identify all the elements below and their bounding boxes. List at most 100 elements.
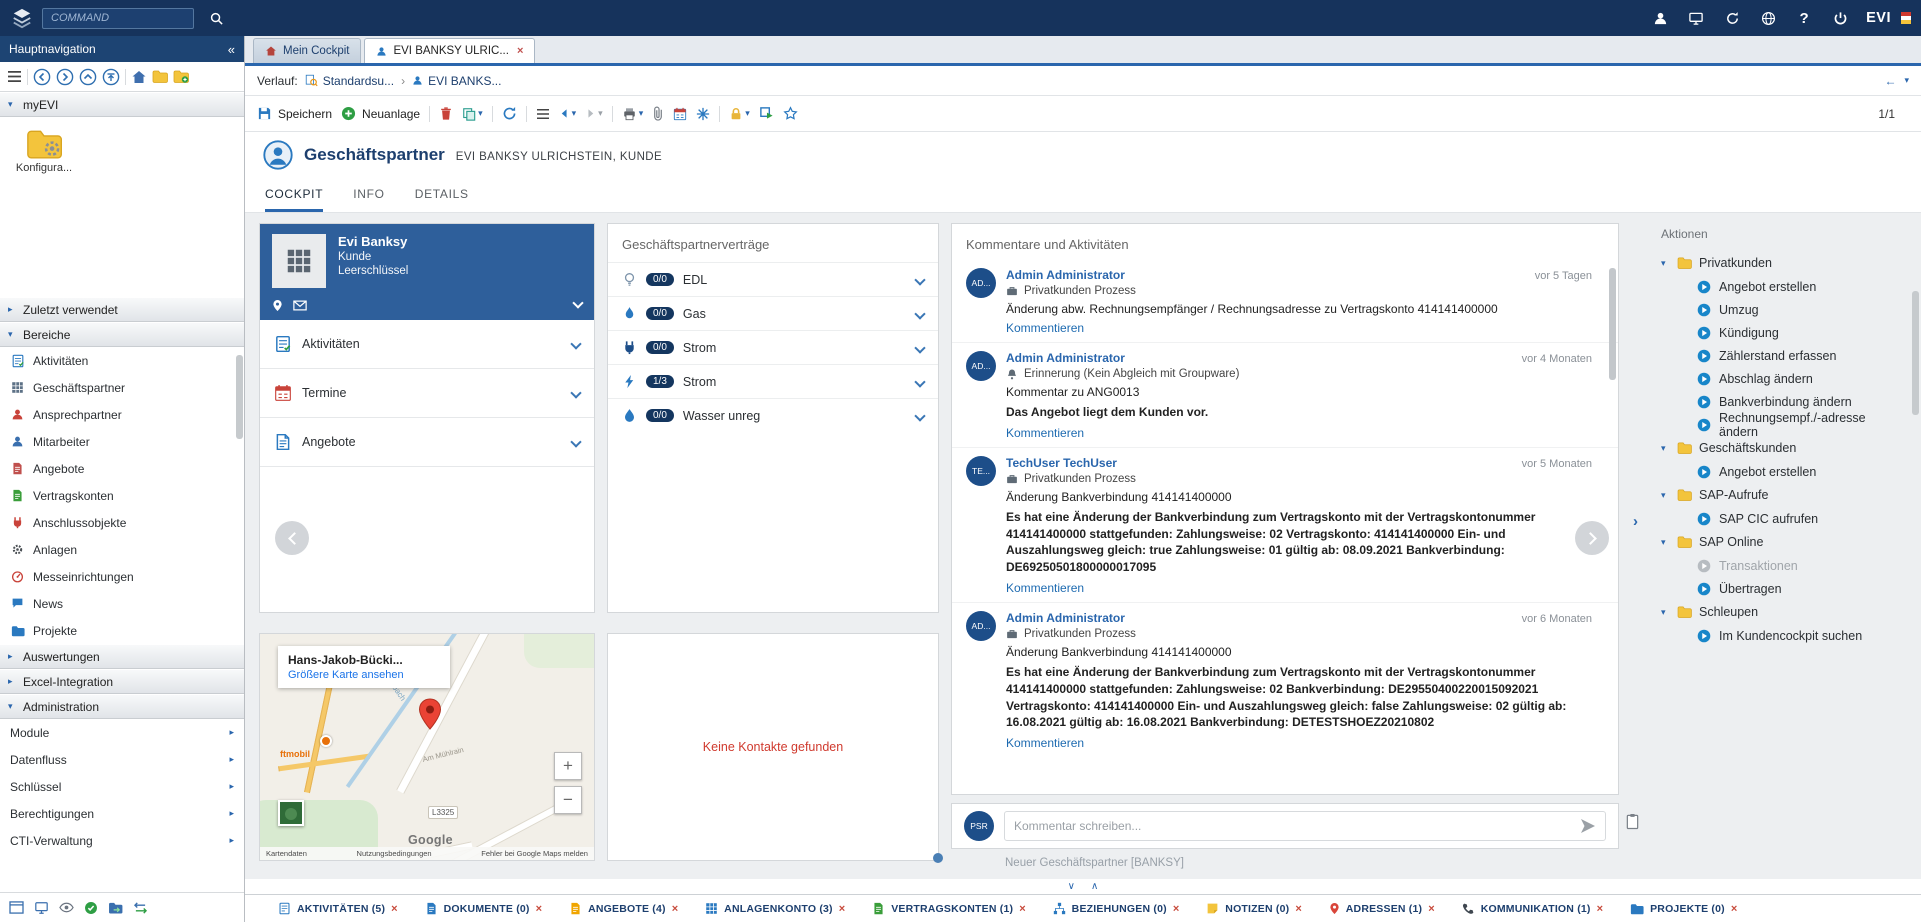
- map-layer-thumbnail[interactable]: [278, 800, 304, 826]
- map-pin-icon[interactable]: [418, 698, 442, 730]
- vertrag-row-wasser[interactable]: 0/0 Wasser unreg: [608, 398, 938, 432]
- map-attr-report-link[interactable]: Fehler bei Google Maps melden: [481, 849, 588, 858]
- chevron-down-icon[interactable]: [574, 296, 582, 310]
- actions-collapse-icon[interactable]: ›: [1633, 513, 1638, 530]
- comment-author[interactable]: Admin Administrator: [1006, 611, 1125, 625]
- email-icon[interactable]: [293, 300, 307, 311]
- konfiguration-item[interactable]: Konfigura...: [8, 129, 80, 174]
- clipboard-icon[interactable]: [1625, 813, 1640, 830]
- sidebar-section-auswertungen[interactable]: ▸ Auswertungen: [0, 644, 244, 669]
- nav-previous-button[interactable]: ▾: [559, 108, 577, 119]
- profile-row-aktivitaeten[interactable]: Aktivitäten: [260, 320, 594, 369]
- sidebar-item-mitarbeiter[interactable]: Mitarbeiter: [0, 428, 244, 455]
- sidebar-item-aktivitaeten[interactable]: Aktivitäten: [0, 347, 244, 374]
- home-icon[interactable]: [131, 69, 147, 85]
- close-icon[interactable]: ×: [1295, 903, 1301, 915]
- sidebar-item-cti-verwaltung[interactable]: CTI-Verwaltung ▸: [0, 827, 244, 854]
- close-icon[interactable]: ×: [1428, 903, 1434, 915]
- chevron-down-icon[interactable]: [916, 409, 924, 423]
- map-zoom-out-button[interactable]: −: [554, 786, 582, 814]
- footer-tab-dokumente[interactable]: DOKUMENTE (0) ×: [425, 902, 542, 915]
- tab-evi-banksy[interactable]: EVI BANKSY ULRIC... ×: [364, 38, 535, 63]
- back-arrow-icon[interactable]: ←: [1884, 74, 1896, 88]
- action-abschlag-aendern[interactable]: Abschlag ändern: [1661, 367, 1905, 390]
- calendar-button[interactable]: [673, 107, 687, 121]
- command-input[interactable]: [42, 8, 194, 29]
- folder-link-icon[interactable]: [108, 902, 123, 914]
- carousel-next-button[interactable]: [1575, 521, 1609, 555]
- sidebar-section-excel[interactable]: ▸ Excel-Integration: [0, 669, 244, 694]
- action-uebertragen[interactable]: Übertragen: [1661, 577, 1905, 600]
- nav-forward-icon[interactable]: [56, 68, 74, 86]
- print-button[interactable]: ▾: [622, 107, 644, 121]
- send-icon[interactable]: [1580, 818, 1596, 834]
- chevron-down-icon[interactable]: [572, 337, 580, 351]
- history-crumb-search[interactable]: Standardsu...: [305, 74, 394, 88]
- sidebar-item-datenfluss[interactable]: Datenfluss ▸: [0, 746, 244, 773]
- chevron-down-icon[interactable]: [916, 307, 924, 321]
- profile-row-angebote[interactable]: Angebote: [260, 418, 594, 467]
- sidebar-section-administration[interactable]: ▾ Administration: [0, 694, 244, 719]
- close-icon[interactable]: ×: [1731, 903, 1737, 915]
- close-icon[interactable]: ×: [1173, 903, 1179, 915]
- nav-back-icon[interactable]: [33, 68, 51, 86]
- profile-summary[interactable]: Evi Banksy Kunde Leerschlüssel: [260, 224, 594, 320]
- sidebar-item-projekte[interactable]: Projekte: [0, 617, 244, 644]
- preview-eye-icon[interactable]: [59, 902, 74, 913]
- carousel-prev-button[interactable]: [275, 521, 309, 555]
- action-umzug[interactable]: Umzug: [1661, 298, 1905, 321]
- sidebar-section-bereiche[interactable]: ▾ Bereiche: [0, 322, 244, 347]
- footer-tab-anlagenkonto[interactable]: ANLAGENKONTO (3) ×: [705, 902, 845, 915]
- power-icon[interactable]: [1826, 6, 1854, 30]
- menu-button[interactable]: [536, 108, 550, 120]
- action-group-geschaeftskunden[interactable]: ▾ Geschäftskunden: [1661, 436, 1905, 460]
- splitter-up-icon[interactable]: ∧: [1091, 881, 1098, 892]
- sidebar-item-anlagen[interactable]: Anlagen: [0, 536, 244, 563]
- save-button[interactable]: Speichern: [257, 106, 332, 121]
- chevron-down-icon[interactable]: [916, 375, 924, 389]
- lock-button[interactable]: ▾: [729, 107, 750, 121]
- action-sap-cic-aufrufen[interactable]: SAP CIC aufrufen: [1661, 507, 1905, 530]
- action-group-sap-online[interactable]: ▾ SAP Online: [1661, 530, 1905, 554]
- menu-icon[interactable]: [7, 70, 22, 83]
- action-im-kundencockpit-suchen[interactable]: Im Kundencockpit suchen: [1661, 624, 1905, 647]
- map-zoom-in-button[interactable]: +: [554, 752, 582, 780]
- comment-reply-link[interactable]: Kommentieren: [1006, 321, 1084, 335]
- content-scrollbar[interactable]: [1912, 291, 1919, 415]
- nav-top-icon[interactable]: [102, 68, 120, 86]
- chevron-down-icon[interactable]: [916, 341, 924, 355]
- vertrag-row-strom-2[interactable]: 1/3 Strom: [608, 364, 938, 398]
- sidebar-item-messeinrichtungen[interactable]: Messeinrichtungen: [0, 563, 244, 590]
- comments-scrollbar[interactable]: [1609, 268, 1616, 380]
- vertrag-row-edl[interactable]: 0/0 EDL: [608, 262, 938, 296]
- location-pin-icon[interactable]: [272, 299, 283, 312]
- footer-tab-aktivitaeten[interactable]: AKTIVITÄTEN (5) ×: [278, 902, 398, 915]
- nav-next-button[interactable]: ▾: [585, 108, 603, 119]
- folder-new-icon[interactable]: [173, 70, 189, 83]
- footer-tab-beziehungen[interactable]: BEZIEHUNGEN (0) ×: [1053, 902, 1180, 915]
- tab-cockpit[interactable]: COCKPIT: [265, 187, 323, 212]
- sidebar-collapse-icon[interactable]: «: [228, 42, 235, 57]
- map-larger-link[interactable]: Größere Karte ansehen: [288, 669, 404, 681]
- close-icon[interactable]: ×: [672, 903, 678, 915]
- monitor-icon[interactable]: [1682, 6, 1710, 30]
- sidebar-item-news[interactable]: News: [0, 590, 244, 617]
- vertrag-row-gas[interactable]: 0/0 Gas: [608, 296, 938, 330]
- close-icon[interactable]: ×: [1597, 903, 1603, 915]
- action-gk-angebot-erstellen[interactable]: Angebot erstellen: [1661, 460, 1905, 483]
- splitter-down-icon[interactable]: ∨: [1068, 881, 1075, 892]
- tab-close-icon[interactable]: ×: [517, 45, 523, 57]
- sidebar-item-angebote[interactable]: Angebote: [0, 455, 244, 482]
- action-group-sap-aufrufe[interactable]: ▾ SAP-Aufrufe: [1661, 483, 1905, 507]
- carousel-page-dot[interactable]: [933, 853, 943, 863]
- comment-author[interactable]: Admin Administrator: [1006, 268, 1125, 282]
- chevron-down-icon[interactable]: [572, 435, 580, 449]
- delete-button[interactable]: [439, 106, 453, 121]
- history-crumb-partner[interactable]: EVI BANKS...: [412, 74, 501, 88]
- close-icon[interactable]: ×: [1019, 903, 1025, 915]
- sidebar-section-myevi[interactable]: ▾ myEVI: [0, 92, 244, 117]
- close-icon[interactable]: ×: [536, 903, 542, 915]
- attachment-button[interactable]: [652, 106, 664, 121]
- profile-row-termine[interactable]: Termine: [260, 369, 594, 418]
- tab-details[interactable]: DETAILS: [415, 187, 469, 212]
